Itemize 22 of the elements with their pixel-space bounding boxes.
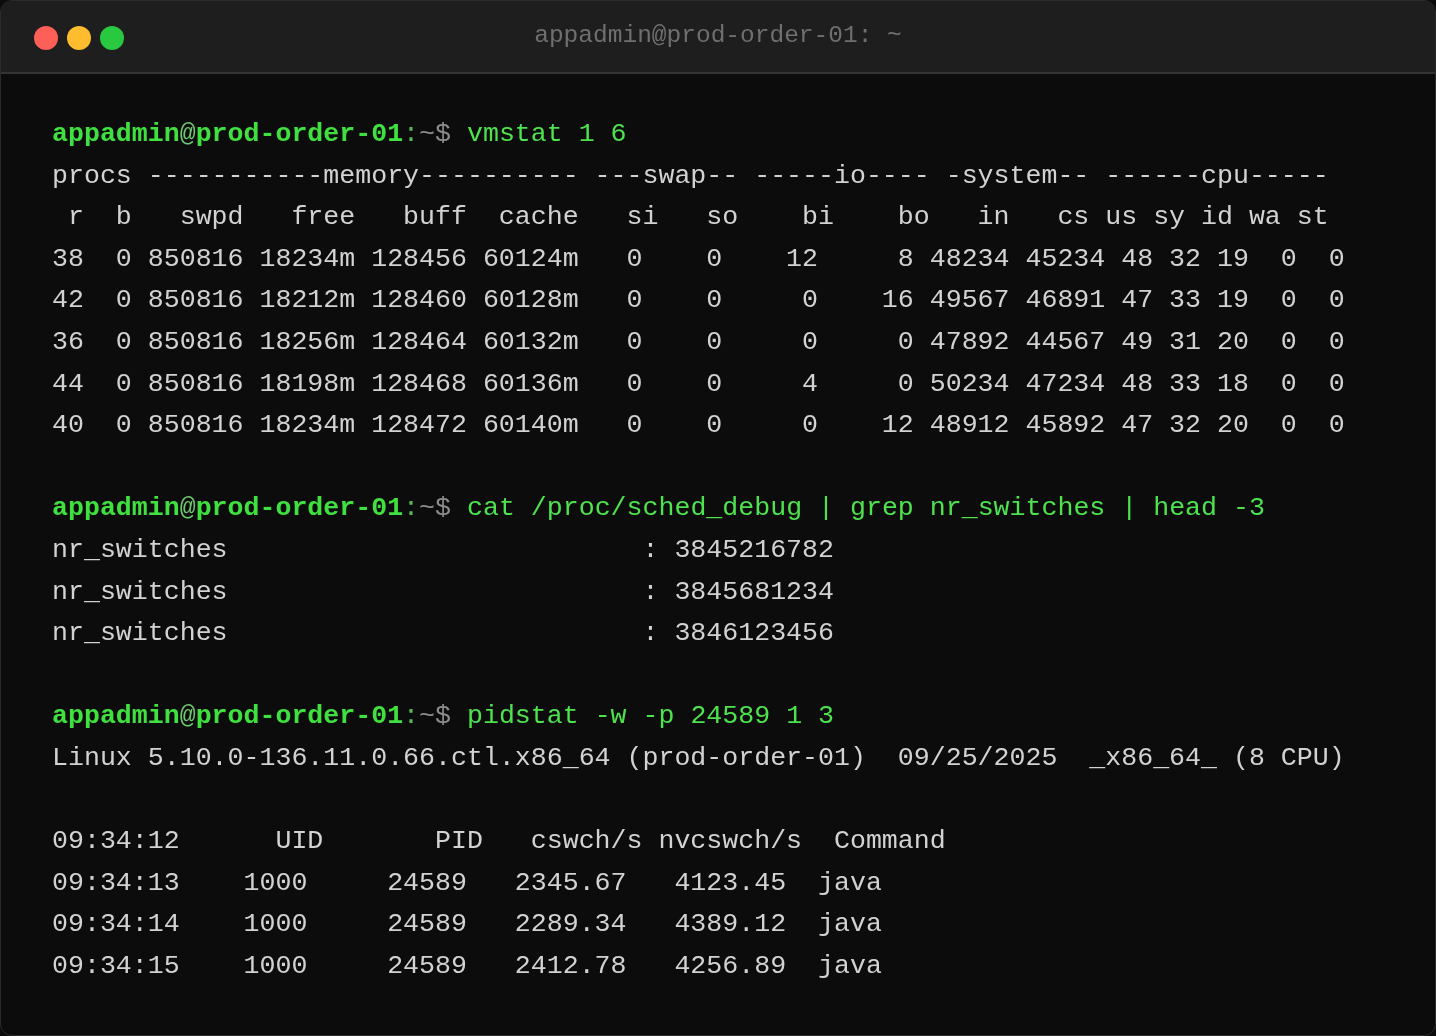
output-line: 09:34:12 UID PID cswch/s nvcswch/s Command <box>52 825 946 859</box>
output-line: 40 0 850816 18234m 128472 60140m 0 0 0 12 48912 45892 47 32 20 0 0 <box>52 409 1345 443</box>
output-line: 09:34:14 1000 24589 2289.34 4389.12 java <box>52 908 882 942</box>
output-line: 44 0 850816 18198m 128468 60136m 0 0 4 0 50234 47234 48 33 18 0 0 <box>52 367 1345 401</box>
output-line: Linux 5.10.0-136.11.0.66.ctl.x86_64 (prod-order-01) 09/25/2025 _x86_64_ (8 CPU) <box>52 741 1345 775</box>
minimize-button[interactable] <box>67 26 91 50</box>
output-line: 36 0 850816 18256m 128464 60132m 0 0 0 0 47892 44567 49 31 20 0 0 <box>52 325 1345 359</box>
output-line: 42 0 850816 18212m 128460 60128m 0 0 0 16 49567 46891 47 33 19 0 0 <box>52 284 1345 318</box>
output-line: nr_switches : 3845681234 <box>52 575 834 609</box>
prompt-line: appadmin@prod-order-01:~$ pidstat -w -p 24589 1 3 <box>52 700 834 734</box>
zoom-button[interactable] <box>100 26 124 50</box>
output-line: nr_switches : 3846123456 <box>52 617 834 651</box>
output-line: 38 0 850816 18234m 128456 60124m 0 0 12 8 48234 45234 48 32 19 0 0 <box>52 242 1345 276</box>
output-line: procs -----------memory---------- ---swap-- -----io---- -system-- ------cpu----- <box>52 159 1329 193</box>
output-line: 09:34:15 1000 24589 2412.78 4256.89 java <box>52 949 882 983</box>
output-line: r b swpd free buff cache si so bi bo in cs us sy id wa st <box>66 201 1329 235</box>
prompt-line: appadmin@prod-order-01:~$ vmstat 1 6 <box>52 118 627 151</box>
window-title: appadmin@prod-order-01: ~ <box>534 21 902 52</box>
close-button[interactable] <box>34 26 58 50</box>
output-line: 09:34:13 1000 24589 2345.67 4123.45 java <box>52 866 882 900</box>
prompt-line: appadmin@prod-order-01:~$ cat /proc/sched_debug | grep nr_switches | head -3 <box>52 492 1265 526</box>
output-line: nr_switches : 3845216782 <box>52 533 834 567</box>
